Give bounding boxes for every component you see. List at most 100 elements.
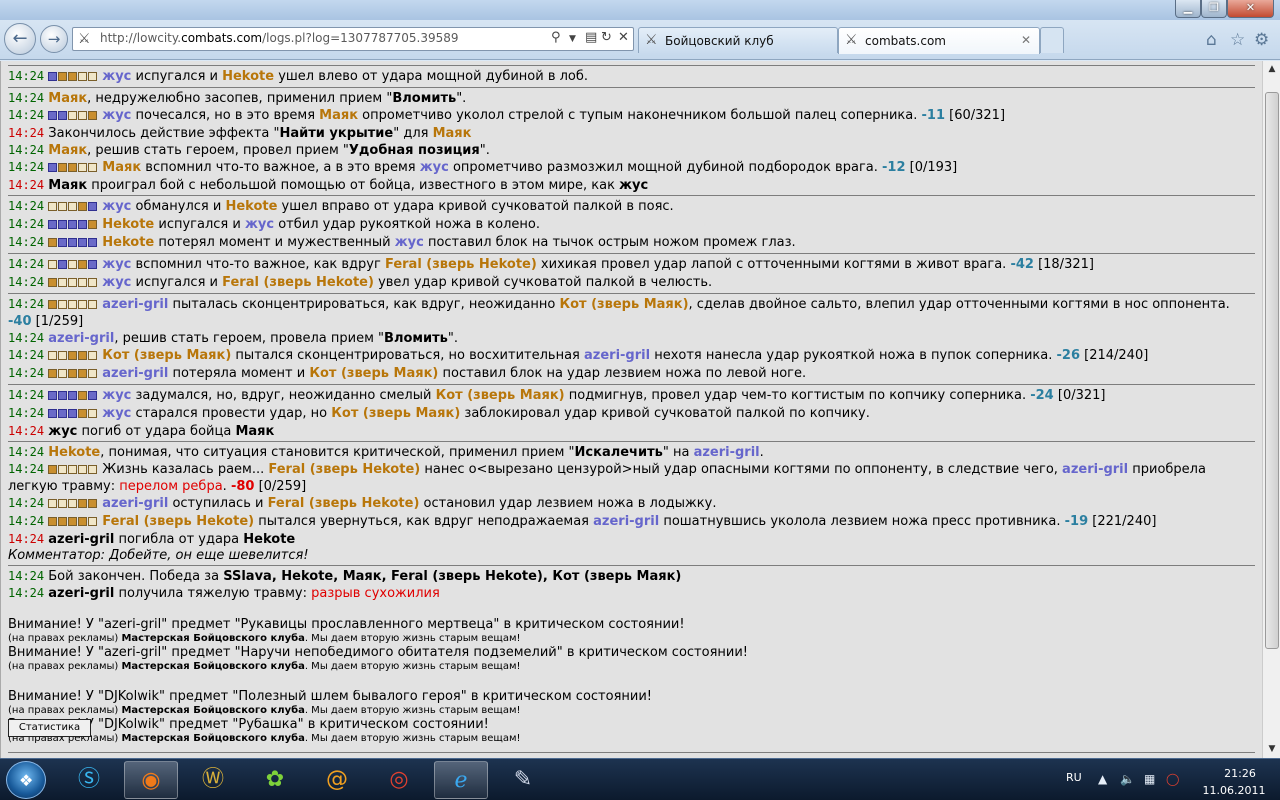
battle-log: 14:24 жус испугался и Hekote ушел влево …: [8, 64, 1255, 755]
player-link[interactable]: Feral (зверь Hekote): [222, 275, 374, 290]
player-link[interactable]: Feral (зверь Hekote): [268, 496, 420, 511]
player-link[interactable]: жус: [102, 275, 131, 290]
back-button[interactable]: ←: [4, 23, 36, 55]
taskbar: ❖ Ⓢ ◉ Ⓦ ✿ @ ◎ ℯ ✎ RU ▲ 🔈 ▦ ◯ 21:26 11.06…: [0, 758, 1280, 800]
tab-fight-club[interactable]: ⚔ Бойцовский клуб: [638, 27, 838, 53]
refresh-icon[interactable]: ↻: [601, 30, 612, 45]
player-link[interactable]: жус: [245, 217, 274, 232]
arrow-right-icon: →: [47, 30, 61, 48]
start-button[interactable]: ❖: [6, 761, 46, 799]
settings-gear-icon[interactable]: ⚙: [1254, 30, 1269, 50]
player-link[interactable]: Маяк: [433, 126, 472, 141]
crossed-swords-icon: ⚔: [645, 32, 658, 48]
new-tab-button[interactable]: [1040, 27, 1064, 53]
firefox-icon[interactable]: ◉: [124, 761, 178, 799]
search-icon[interactable]: ⚲: [551, 30, 561, 45]
item-warning: Внимание! У "DJKolwik" предмет "Полезный…: [8, 690, 652, 704]
home-icon[interactable]: ⌂: [1206, 30, 1217, 50]
player-link[interactable]: Маяк: [102, 160, 141, 175]
crossed-swords-icon: ⚔: [845, 32, 858, 48]
log-line: 14:24 Закончилось действие эффекта "Найт…: [8, 126, 472, 141]
item-warning: Внимание! У "DJKolwik" предмет "Рубашка"…: [8, 718, 489, 732]
scroll-up-arrow-icon[interactable]: ▲: [1263, 61, 1280, 78]
log-line: 14:24 Feral (зверь Hekote) пытался уверн…: [8, 514, 1157, 529]
player-link[interactable]: azeri-gril: [1062, 462, 1128, 477]
show-hidden-icons-icon[interactable]: ▲: [1098, 772, 1107, 786]
player-link[interactable]: Маяк: [48, 143, 87, 158]
stop-icon[interactable]: ✕: [618, 30, 629, 45]
player-link[interactable]: Кот (зверь Маяк): [331, 406, 460, 421]
player-link[interactable]: Hekote: [225, 199, 277, 214]
log-line: 14:24 жус погиб от удара бойца Маяк: [8, 424, 275, 439]
log-line: 14:24 azeri-gril оступилась и Feral (зве…: [8, 496, 717, 511]
compat-view-icon[interactable]: ▤: [585, 30, 597, 45]
player-link[interactable]: жус: [102, 406, 131, 421]
player-link[interactable]: Hekote: [222, 69, 274, 84]
warcraft-icon[interactable]: Ⓦ: [186, 761, 240, 799]
opera-tray-icon[interactable]: ◯: [1166, 772, 1179, 786]
log-line: 14:24 жус обманулся и Hekote ушел вправо…: [8, 199, 674, 214]
player-link[interactable]: azeri-gril: [102, 366, 168, 381]
player-link[interactable]: жус: [102, 257, 131, 272]
player-link[interactable]: Hekote: [48, 445, 100, 460]
divider: [8, 441, 1255, 442]
clock-time[interactable]: 21:26: [1210, 767, 1270, 780]
address-bar[interactable]: ⚔ http://lowcity.combats.com/logs.pl?log…: [72, 27, 634, 51]
player-link[interactable]: жус: [395, 235, 424, 250]
player-link[interactable]: Кот (зверь Маяк): [309, 366, 438, 381]
item-warning: Внимание! У "azeri-gril" предмет "Наручи…: [8, 646, 748, 660]
vertical-scrollbar[interactable]: ▲ ▼: [1262, 61, 1280, 758]
player-link[interactable]: azeri-gril: [48, 331, 114, 346]
scroll-thumb[interactable]: [1265, 92, 1279, 649]
skype-icon[interactable]: Ⓢ: [62, 761, 116, 799]
player-link[interactable]: azeri-gril: [102, 297, 168, 312]
log-line: 14:24 azeri-gril, решив стать героем, пр…: [8, 331, 459, 346]
clock-date[interactable]: 11.06.2011: [1196, 784, 1272, 797]
player-link[interactable]: azeri-gril: [593, 514, 659, 529]
player-link[interactable]: Кот (зверь Маяк): [436, 388, 565, 403]
ad-line: (на правах рекламы) Мастерская Бойцовско…: [8, 705, 521, 716]
chevron-down-icon[interactable]: ▼: [569, 34, 576, 44]
url-text[interactable]: http://lowcity.combats.com/logs.pl?log=1…: [100, 31, 459, 45]
tab-combats[interactable]: ⚔ combats.com ✕: [838, 27, 1040, 54]
divider: [8, 87, 1255, 88]
item-warning: Внимание! У "azeri-gril" предмет "Рукави…: [8, 618, 685, 632]
divider: [8, 293, 1255, 294]
forward-button[interactable]: →: [40, 25, 68, 53]
icq-icon[interactable]: ✿: [248, 761, 302, 799]
player-link[interactable]: azeri-gril: [584, 348, 650, 363]
player-link[interactable]: Hekote: [102, 235, 154, 250]
player-link[interactable]: жус: [102, 108, 131, 123]
player-link[interactable]: Feral (зверь Hekote): [385, 257, 537, 272]
player-link[interactable]: Маяк: [48, 91, 87, 106]
player-link[interactable]: жус: [102, 69, 131, 84]
player-link[interactable]: Feral (зверь Hekote): [268, 462, 420, 477]
close-tab-icon[interactable]: ✕: [1021, 33, 1031, 47]
player-link[interactable]: azeri-gril: [102, 496, 168, 511]
player-link[interactable]: Feral (зверь Hekote): [102, 514, 254, 529]
volume-icon[interactable]: 🔈: [1120, 772, 1135, 786]
mail-agent-icon[interactable]: @: [310, 761, 364, 799]
close-window-button[interactable]: ✕: [1227, 0, 1274, 18]
player-link[interactable]: Hekote: [102, 217, 154, 232]
player-link[interactable]: жус: [102, 388, 131, 403]
scroll-down-arrow-icon[interactable]: ▼: [1263, 741, 1280, 758]
player-link[interactable]: жус: [102, 199, 131, 214]
favorites-star-icon[interactable]: ☆: [1230, 30, 1245, 50]
player-link[interactable]: Кот (зверь Маяк): [102, 348, 231, 363]
player-link[interactable]: Маяк: [319, 108, 358, 123]
maximize-button[interactable]: ❐: [1201, 0, 1227, 18]
log-line: 14:24 жус почесался, но в это время Маяк…: [8, 108, 1006, 123]
statistics-button[interactable]: Статистика: [8, 719, 91, 737]
title-bar: ▁ ❐ ✕: [0, 0, 1280, 20]
internet-explorer-icon[interactable]: ℯ: [434, 761, 488, 799]
paint-icon[interactable]: ✎: [496, 761, 550, 799]
divider: [8, 195, 1255, 196]
network-icon[interactable]: ▦: [1144, 772, 1155, 786]
player-link[interactable]: azeri-gril: [694, 445, 760, 460]
language-indicator[interactable]: RU: [1066, 771, 1082, 784]
player-link[interactable]: жус: [420, 160, 449, 175]
player-link[interactable]: Кот (зверь Маяк): [560, 297, 689, 312]
minimize-button[interactable]: ▁: [1175, 0, 1201, 18]
chrome-icon[interactable]: ◎: [372, 761, 426, 799]
